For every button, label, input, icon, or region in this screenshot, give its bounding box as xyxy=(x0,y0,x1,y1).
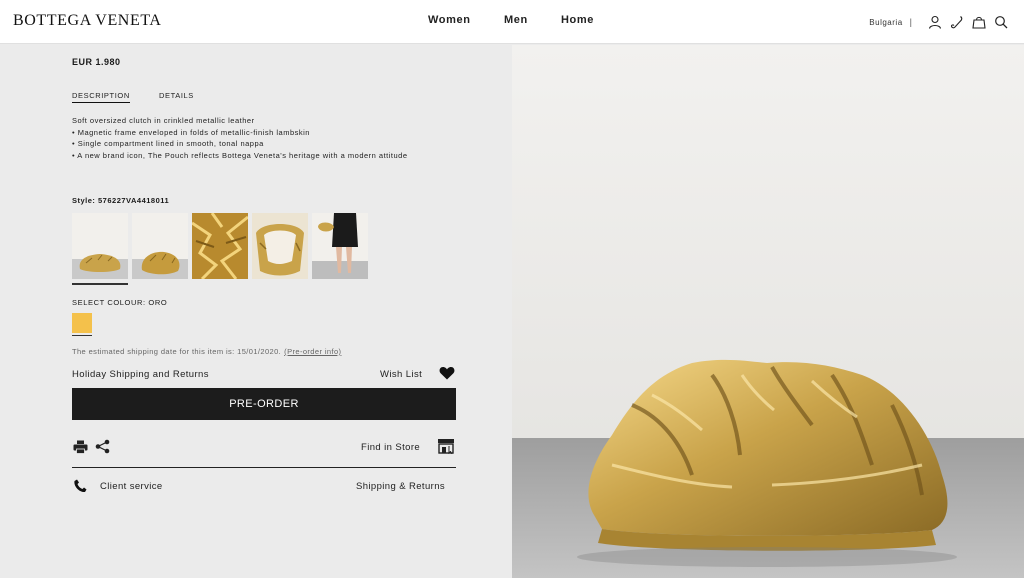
product-price: EUR 1.980 xyxy=(72,57,121,67)
brand-logo[interactable]: BOTTEGA VENETA xyxy=(13,12,162,30)
store-icon[interactable] xyxy=(437,438,455,454)
nav-men[interactable]: Men xyxy=(504,14,528,26)
holiday-shipping-link[interactable]: Holiday Shipping and Returns xyxy=(72,369,209,380)
find-in-store-link[interactable]: Find in Store xyxy=(361,442,420,453)
print-icon[interactable] xyxy=(73,440,88,454)
shipping-date-note: The estimated shipping date for this ite… xyxy=(72,347,341,356)
nav-home[interactable]: Home xyxy=(561,14,594,26)
divider xyxy=(72,467,456,468)
thumbnail-pouch-open[interactable] xyxy=(252,213,308,279)
phone-icon[interactable] xyxy=(950,15,964,29)
separator: | xyxy=(909,17,912,27)
header-utilities: Bulgaria | xyxy=(869,14,1008,30)
thumbnail-pouch-closeup[interactable] xyxy=(192,213,248,279)
site-header: BOTTEGA VENETA Women Men Home Bulgaria | xyxy=(0,0,1024,44)
thumbnail-pouch-angle[interactable] xyxy=(132,213,188,279)
shipping-returns-link[interactable]: Shipping & Returns xyxy=(356,481,445,492)
wishlist-link[interactable]: Wish List xyxy=(380,369,422,380)
heart-icon[interactable] xyxy=(439,366,455,380)
product-description: Soft oversized clutch in crinkled metall… xyxy=(72,115,456,161)
style-code: Style: 576227VA4418011 xyxy=(72,196,170,205)
thumbnail-pouch-worn[interactable] xyxy=(312,213,368,279)
swatch-selected-indicator xyxy=(72,335,92,336)
description-line: • Single compartment lined in smooth, to… xyxy=(72,139,264,148)
description-line: • Magnetic frame enveloped in folds of m… xyxy=(72,127,310,137)
shipping-date-text: The estimated shipping date for this ite… xyxy=(72,347,282,356)
preorder-button[interactable]: PRE-ORDER xyxy=(72,388,456,420)
user-icon[interactable] xyxy=(928,15,942,29)
product-info-panel: EUR 1.980 DESCRIPTION DETAILS Soft overs… xyxy=(0,45,512,578)
description-line: Soft oversized clutch in crinkled metall… xyxy=(72,116,255,125)
search-icon[interactable] xyxy=(994,15,1008,29)
client-service-link[interactable]: Client service xyxy=(100,481,163,492)
thumbnail-strip xyxy=(72,213,372,285)
thumbnail-pouch-side[interactable] xyxy=(72,213,128,285)
colour-label: SELECT COLOUR: ORO xyxy=(72,298,168,307)
product-tabs: DESCRIPTION DETAILS xyxy=(72,91,456,103)
share-icon[interactable] xyxy=(95,439,110,454)
preorder-info-link[interactable]: (Pre-order info) xyxy=(284,347,341,356)
colour-swatch-oro[interactable] xyxy=(72,313,92,333)
product-hero-image[interactable] xyxy=(512,45,1024,578)
nav-women[interactable]: Women xyxy=(428,14,471,26)
description-line: • A new brand icon, The Pouch reflects B… xyxy=(72,150,408,160)
hero-photo xyxy=(512,45,1024,578)
tab-description[interactable]: DESCRIPTION xyxy=(72,91,130,103)
bag-icon[interactable] xyxy=(972,15,986,29)
country-selector[interactable]: Bulgaria xyxy=(869,18,902,27)
phone-icon xyxy=(74,479,87,493)
tab-details[interactable]: DETAILS xyxy=(159,91,194,100)
